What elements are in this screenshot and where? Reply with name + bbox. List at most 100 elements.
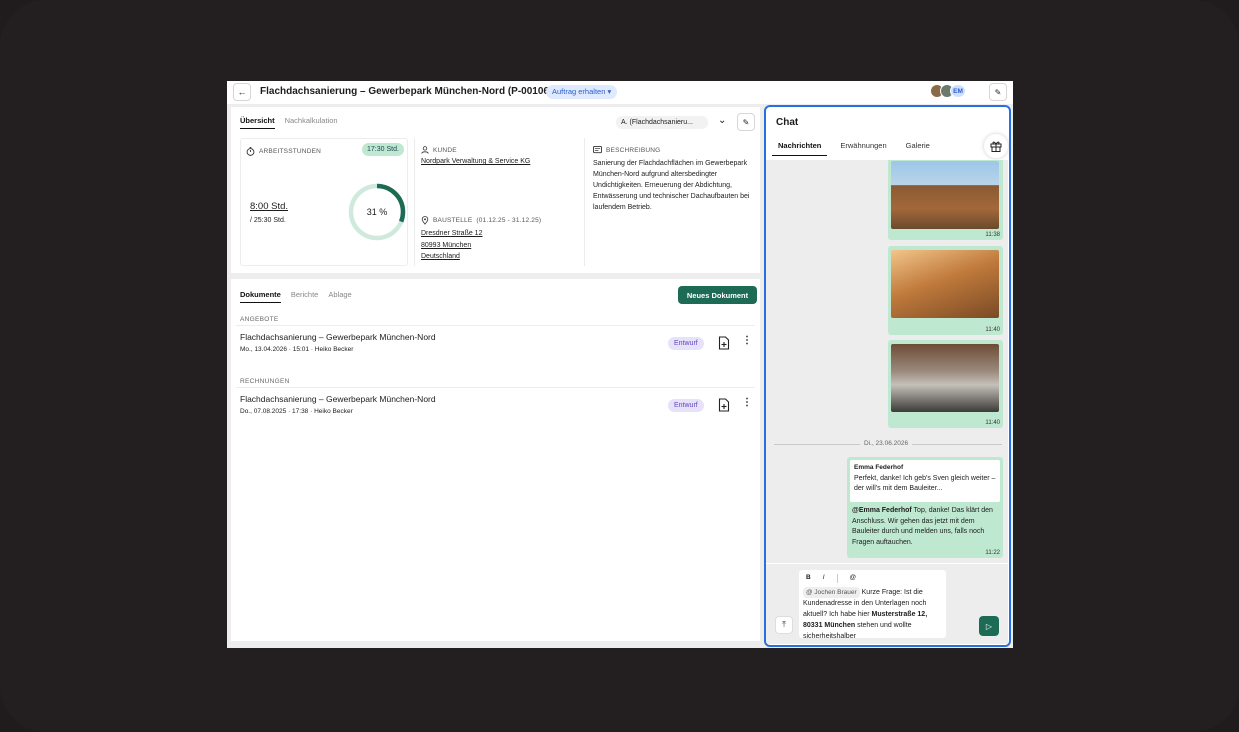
- gift-icon: [990, 141, 1002, 152]
- more-options-icon[interactable]: ⋮: [742, 336, 752, 346]
- status-label: Auftrag erhalten: [552, 87, 606, 96]
- overview-panel: Übersicht Nachkalkulation A. (Flachdachs…: [231, 107, 760, 273]
- send-icon: ▷: [985, 621, 993, 631]
- overview-tabs: Übersicht Nachkalkulation: [240, 116, 338, 129]
- customer-card: KUNDE Nordpark Verwaltung & Service KG B…: [414, 138, 585, 266]
- site-city: 80993 München: [421, 241, 472, 249]
- message-time: 11:40: [985, 327, 1000, 333]
- date-separator: Di., 23.06.2026: [774, 439, 1002, 449]
- gift-button[interactable]: [984, 134, 1008, 158]
- document-meta: Mo., 13.04.2026 · 15:01 · Heiko Becker: [240, 346, 354, 353]
- more-options-icon[interactable]: ⋮: [742, 398, 752, 408]
- hours-total: / 25:30 Std.: [250, 217, 286, 224]
- italic-button[interactable]: I: [823, 574, 825, 583]
- site-dates: (01.12.25 - 31.12.25): [476, 217, 542, 224]
- tab-documents[interactable]: Dokumente: [240, 290, 281, 303]
- site-street: Dresdner Straße 12: [421, 230, 483, 237]
- tab-messages[interactable]: Nachrichten: [772, 141, 828, 156]
- quote-text: Perfekt, danke! Ich geb's Sven gleich we…: [854, 475, 996, 492]
- image-message[interactable]: 11:38: [888, 160, 1003, 240]
- hours-percent: 31 %: [366, 207, 388, 217]
- roof-photo[interactable]: [891, 161, 999, 229]
- tab-overview[interactable]: Übersicht: [240, 116, 275, 129]
- offer-select[interactable]: A. (Flachdachsanieru...: [616, 116, 708, 129]
- message-composer: ⤒ B I @ @ Jochen Brauer Kurze Frage: Ist…: [766, 564, 1008, 644]
- description-label: BESCHREIBUNG: [606, 146, 661, 154]
- document-row[interactable]: Flachdachsanierung – Gewerbepark München…: [236, 387, 755, 423]
- tab-mentions[interactable]: Erwähnungen: [834, 141, 892, 156]
- status-badge: Entwurf: [668, 337, 704, 350]
- description-text: Sanierung der Flachdachflächen im Gewerb…: [593, 160, 750, 211]
- header-bar: ← Flachdachsanierung – Gewerbepark Münch…: [227, 81, 1013, 104]
- message-time: 11:22: [985, 550, 1000, 556]
- tab-reports[interactable]: Berichte: [291, 290, 319, 303]
- upload-icon: ⤒: [782, 620, 786, 629]
- date-label: Di., 23.06.2026: [860, 440, 913, 447]
- upload-button[interactable]: ⤒: [775, 616, 793, 634]
- chat-title: Chat: [776, 117, 799, 128]
- image-message[interactable]: 11:40: [888, 340, 1003, 428]
- draft-text: @ Jochen Brauer Kurze Frage: Ist die Kun…: [803, 587, 945, 638]
- document-row[interactable]: Flachdachsanierung – Gewerbepark München…: [236, 325, 755, 361]
- description-card: BESCHREIBUNG Sanierung der Flachdachfläc…: [590, 138, 755, 266]
- documents-panel: Dokumente Berichte Ablage Neues Dokument…: [231, 279, 760, 641]
- hours-done[interactable]: 8:00 Std.: [250, 201, 288, 212]
- text-message[interactable]: Emma Federhof Perfekt, danke! Ich geb's …: [847, 457, 1003, 558]
- site-country: Deutschland: [421, 253, 460, 260]
- section-title-offers: ANGEBOTE: [240, 316, 279, 323]
- send-button[interactable]: ▷: [979, 616, 999, 636]
- section-title-invoices: RECHNUNGEN: [240, 378, 290, 385]
- tab-archive[interactable]: Ablage: [328, 290, 351, 303]
- mention-button[interactable]: @: [850, 574, 857, 583]
- message-icon: [593, 146, 602, 154]
- edit-overview-button[interactable]: ✎: [737, 113, 755, 131]
- export-document-icon[interactable]: [718, 336, 730, 350]
- message-input[interactable]: B I @ @ Jochen Brauer Kurze Frage: Ist d…: [799, 570, 946, 638]
- site-address-link[interactable]: Dresdner Straße 12 80993 München Deutsch…: [421, 228, 482, 263]
- divider: [836, 574, 838, 583]
- format-toolbar: B I @: [806, 574, 856, 583]
- site-label: BAUSTELLE: [433, 217, 473, 224]
- pencil-icon: ✎: [994, 87, 1002, 97]
- avatar-group[interactable]: EM: [930, 84, 966, 100]
- tab-gallery[interactable]: Galerie: [900, 141, 936, 156]
- customer-label: KUNDE: [433, 146, 457, 154]
- new-document-button[interactable]: Neues Dokument: [678, 286, 757, 304]
- roof-photo[interactable]: [891, 344, 999, 412]
- chevron-down-icon[interactable]: ⌄: [718, 115, 726, 126]
- message-list[interactable]: 11:38 11:40 11:40 Di., 23.06.2026 Emma F: [766, 160, 1008, 563]
- person-icon: [421, 146, 429, 154]
- image-message[interactable]: 11:40: [888, 246, 1003, 335]
- pencil-icon: ✎: [742, 117, 750, 127]
- document-tabs: Dokumente Berichte Ablage: [240, 290, 352, 303]
- bold-button[interactable]: B: [806, 574, 811, 583]
- arrow-left-icon: ←: [237, 87, 247, 97]
- mention[interactable]: @Emma Federhof: [852, 507, 912, 514]
- mention-chip: @ Jochen Brauer: [803, 587, 860, 598]
- chevron-down-icon: ▾: [607, 87, 612, 96]
- hours-label: ARBEITSSTUNDEN: [259, 148, 322, 155]
- hours-card: ARBEITSSTUNDEN 17:30 Std. 8:00 Std. / 25…: [240, 138, 408, 266]
- document-title: Flachdachsanierung – Gewerbepark München…: [240, 394, 436, 404]
- export-document-icon[interactable]: [718, 398, 730, 412]
- status-badge: Entwurf: [668, 399, 704, 412]
- hours-remaining-badge: 17:30 Std.: [362, 143, 404, 156]
- message-time: 11:40: [985, 420, 1000, 426]
- page-title: Flachdachsanierung – Gewerbepark München…: [260, 86, 553, 97]
- app-window: ← Flachdachsanierung – Gewerbepark Münch…: [227, 81, 1013, 648]
- roof-photo[interactable]: [891, 250, 999, 318]
- message-time: 11:38: [985, 232, 1000, 238]
- document-meta: Do., 07.08.2025 · 17:38 · Heiko Becker: [240, 408, 353, 415]
- device-frame: ← Flachdachsanierung – Gewerbepark Münch…: [0, 0, 1239, 732]
- message-text: @Emma Federhof Top, danke! Das klärt den…: [852, 506, 1000, 548]
- location-pin-icon: [421, 216, 429, 225]
- back-button[interactable]: ←: [233, 83, 251, 101]
- chat-tabs: Nachrichten Erwähnungen Galerie: [772, 141, 936, 156]
- edit-project-button[interactable]: ✎: [989, 83, 1007, 101]
- tab-post-calculation[interactable]: Nachkalkulation: [285, 116, 338, 129]
- chat-panel: Chat Nachrichten Erwähnungen Galerie 11:…: [764, 105, 1011, 647]
- quote-author: Emma Federhof: [854, 464, 904, 471]
- customer-link[interactable]: Nordpark Verwaltung & Service KG: [421, 158, 530, 165]
- status-dropdown[interactable]: Auftrag erhalten ▾: [546, 85, 618, 99]
- quoted-reply[interactable]: Emma Federhof Perfekt, danke! Ich geb's …: [850, 460, 1000, 502]
